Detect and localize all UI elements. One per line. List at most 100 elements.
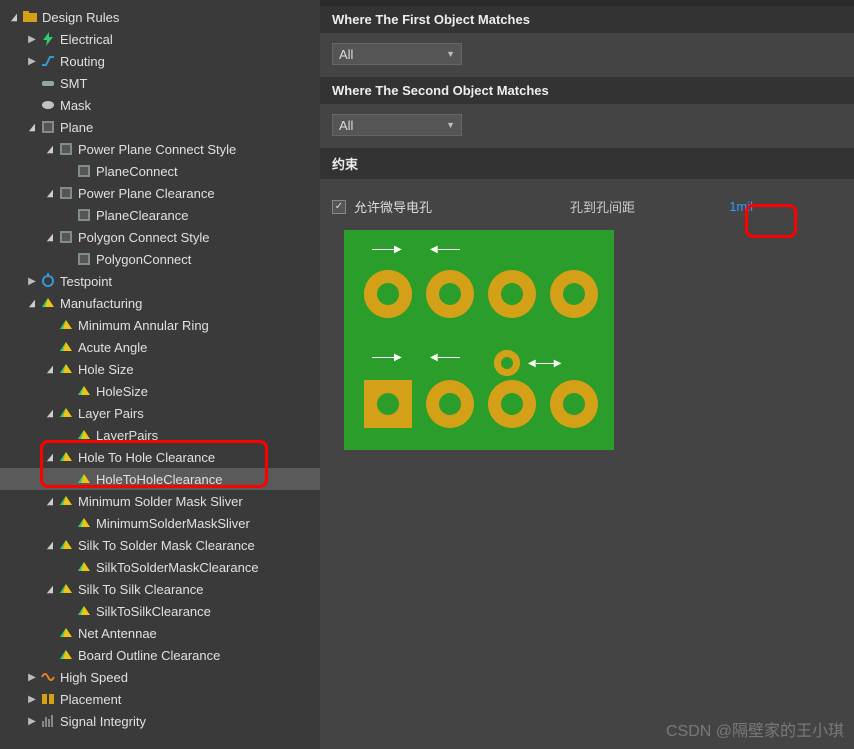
tree-item-label: Testpoint: [60, 274, 112, 289]
rules-tree[interactable]: ◢Design Rules▶Electrical▶RoutingSMTMask◢…: [0, 0, 320, 749]
route-icon: [40, 53, 56, 69]
tree-item-label: Silk To Solder Mask Clearance: [78, 538, 255, 553]
test-icon: [40, 273, 56, 289]
tree-item-label: Polygon Connect Style: [78, 230, 210, 245]
tree-item-silktosoldermaskclearance[interactable]: SilkToSolderMaskClearance: [0, 556, 320, 578]
tree-item-manufacturing[interactable]: ◢ Manufacturing: [0, 292, 320, 314]
second-match-dropdown[interactable]: All ▼: [332, 114, 462, 136]
tree-item-routing[interactable]: ▶Routing: [0, 50, 320, 72]
chevron-right-icon[interactable]: ▶: [26, 715, 38, 727]
mfg-icon: [58, 405, 74, 421]
tree-item-plane[interactable]: ◢ Plane: [0, 116, 320, 138]
elec-icon: [40, 31, 56, 47]
tree-item-silk-to-silk-clearance[interactable]: ◢ Silk To Silk Clearance: [0, 578, 320, 600]
tree-item-silktosilkclearance[interactable]: SilkToSilkClearance: [0, 600, 320, 622]
chevron-down-icon[interactable]: ◢: [27, 121, 37, 133]
mfg-icon: [58, 647, 74, 663]
tree-item-hole-size[interactable]: ◢ Hole Size: [0, 358, 320, 380]
tree-item-planeclearance[interactable]: PlaneClearance: [0, 204, 320, 226]
chevron-down-icon[interactable]: ◢: [45, 143, 55, 155]
tree-item-electrical[interactable]: ▶Electrical: [0, 28, 320, 50]
chevron-down-icon[interactable]: ◢: [45, 363, 55, 375]
tree-item-minimumsoldermasksliver[interactable]: MinimumSolderMaskSliver: [0, 512, 320, 534]
mfg-icon: [58, 537, 74, 553]
main-panel: Where The First Object Matches All ▼ Whe…: [320, 0, 854, 749]
tree-item-board-outline-clearance[interactable]: Board Outline Clearance: [0, 644, 320, 666]
tree-item-label: High Speed: [60, 670, 128, 685]
mfg-icon: [58, 449, 74, 465]
chevron-down-icon[interactable]: ◢: [45, 231, 55, 243]
tree-item-label: HoleToHoleClearance: [96, 472, 222, 487]
tree-item-label: Hole To Hole Clearance: [78, 450, 215, 465]
tree-item-planeconnect[interactable]: PlaneConnect: [0, 160, 320, 182]
tree-item-minimum-annular-ring[interactable]: Minimum Annular Ring: [0, 314, 320, 336]
chevron-right-icon[interactable]: ▶: [26, 671, 38, 683]
tree-item-high-speed[interactable]: ▶ High Speed: [0, 666, 320, 688]
si-icon: [40, 713, 56, 729]
plane-icon: [58, 185, 74, 201]
chevron-down-icon[interactable]: ◢: [9, 11, 19, 23]
tree-item-label: LayerPairs: [96, 428, 158, 443]
tree-item-label: Minimum Solder Mask Sliver: [78, 494, 243, 509]
mfg-icon: [58, 317, 74, 333]
tree-item-holetoholeclearance[interactable]: HoleToHoleClearance: [0, 468, 320, 490]
tree-item-signal-integrity[interactable]: ▶Signal Integrity: [0, 710, 320, 732]
place-icon: [40, 691, 56, 707]
section-constraint: 约束: [320, 148, 854, 179]
tree-item-hole-to-hole-clearance[interactable]: ◢ Hole To Hole Clearance: [0, 446, 320, 468]
hs-icon: [40, 669, 56, 685]
first-match-dropdown[interactable]: All ▼: [332, 43, 462, 65]
allow-micro-via-checkbox[interactable]: [332, 200, 346, 214]
tree-item-acute-angle[interactable]: Acute Angle: [0, 336, 320, 358]
chevron-down-icon[interactable]: ◢: [45, 407, 55, 419]
chevron-down-icon[interactable]: ◢: [45, 187, 55, 199]
tree-item-net-antennae[interactable]: Net Antennae: [0, 622, 320, 644]
mfg-icon: [58, 625, 74, 641]
mfg-icon: [76, 559, 92, 575]
mfg-icon: [40, 295, 56, 311]
tree-item-label: Placement: [60, 692, 121, 707]
tree-item-label: Silk To Silk Clearance: [78, 582, 203, 597]
first-match-value: All: [339, 47, 353, 62]
chevron-right-icon[interactable]: ▶: [26, 55, 38, 67]
tree-item-minimum-solder-mask-sliver[interactable]: ◢ Minimum Solder Mask Sliver: [0, 490, 320, 512]
mfg-icon: [76, 515, 92, 531]
tree-item-label: HoleSize: [96, 384, 148, 399]
tree-item-label: Plane: [60, 120, 93, 135]
mfg-icon: [58, 493, 74, 509]
plane-icon: [58, 229, 74, 245]
tree-item-design-rules[interactable]: ◢Design Rules: [0, 6, 320, 28]
pcb-diagram: .r1::after{width:22px;height:22px;} ▶ ◀ …: [344, 230, 614, 450]
tree-item-label: Minimum Annular Ring: [78, 318, 209, 333]
tree-item-label: MinimumSolderMaskSliver: [96, 516, 250, 531]
tree-item-silk-to-solder-mask-clearance[interactable]: ◢ Silk To Solder Mask Clearance: [0, 534, 320, 556]
tree-item-polygonconnect[interactable]: PolygonConnect: [0, 248, 320, 270]
tree-item-mask[interactable]: Mask: [0, 94, 320, 116]
chevron-right-icon[interactable]: ▶: [26, 693, 38, 705]
chevron-down-icon[interactable]: ◢: [45, 539, 55, 551]
chevron-down-icon[interactable]: ◢: [27, 297, 37, 309]
tree-item-label: Hole Size: [78, 362, 134, 377]
chevron-down-icon[interactable]: ◢: [45, 451, 55, 463]
chevron-down-icon[interactable]: ◢: [45, 583, 55, 595]
tree-item-smt[interactable]: SMT: [0, 72, 320, 94]
tree-item-layerpairs[interactable]: LayerPairs: [0, 424, 320, 446]
chevron-right-icon[interactable]: ▶: [26, 275, 38, 287]
tree-item-layer-pairs[interactable]: ◢Layer Pairs: [0, 402, 320, 424]
tree-item-power-plane-connect-style[interactable]: ◢Power Plane Connect Style: [0, 138, 320, 160]
mfg-icon: [58, 339, 74, 355]
chevron-down-icon: ▼: [446, 120, 455, 130]
chevron-right-icon[interactable]: ▶: [26, 33, 38, 45]
tree-item-label: Manufacturing: [60, 296, 142, 311]
mfg-icon: [76, 383, 92, 399]
tree-item-power-plane-clearance[interactable]: ◢Power Plane Clearance: [0, 182, 320, 204]
smt-icon: [40, 75, 56, 91]
mfg-icon: [58, 581, 74, 597]
tree-item-testpoint[interactable]: ▶ Testpoint: [0, 270, 320, 292]
hole-to-hole-distance-value[interactable]: 1mil: [703, 199, 753, 214]
tree-item-holesize[interactable]: HoleSize: [0, 380, 320, 402]
chevron-down-icon[interactable]: ◢: [45, 495, 55, 507]
tree-item-polygon-connect-style[interactable]: ◢ Polygon Connect Style: [0, 226, 320, 248]
tree-item-placement[interactable]: ▶ Placement: [0, 688, 320, 710]
mfg-icon: [76, 603, 92, 619]
